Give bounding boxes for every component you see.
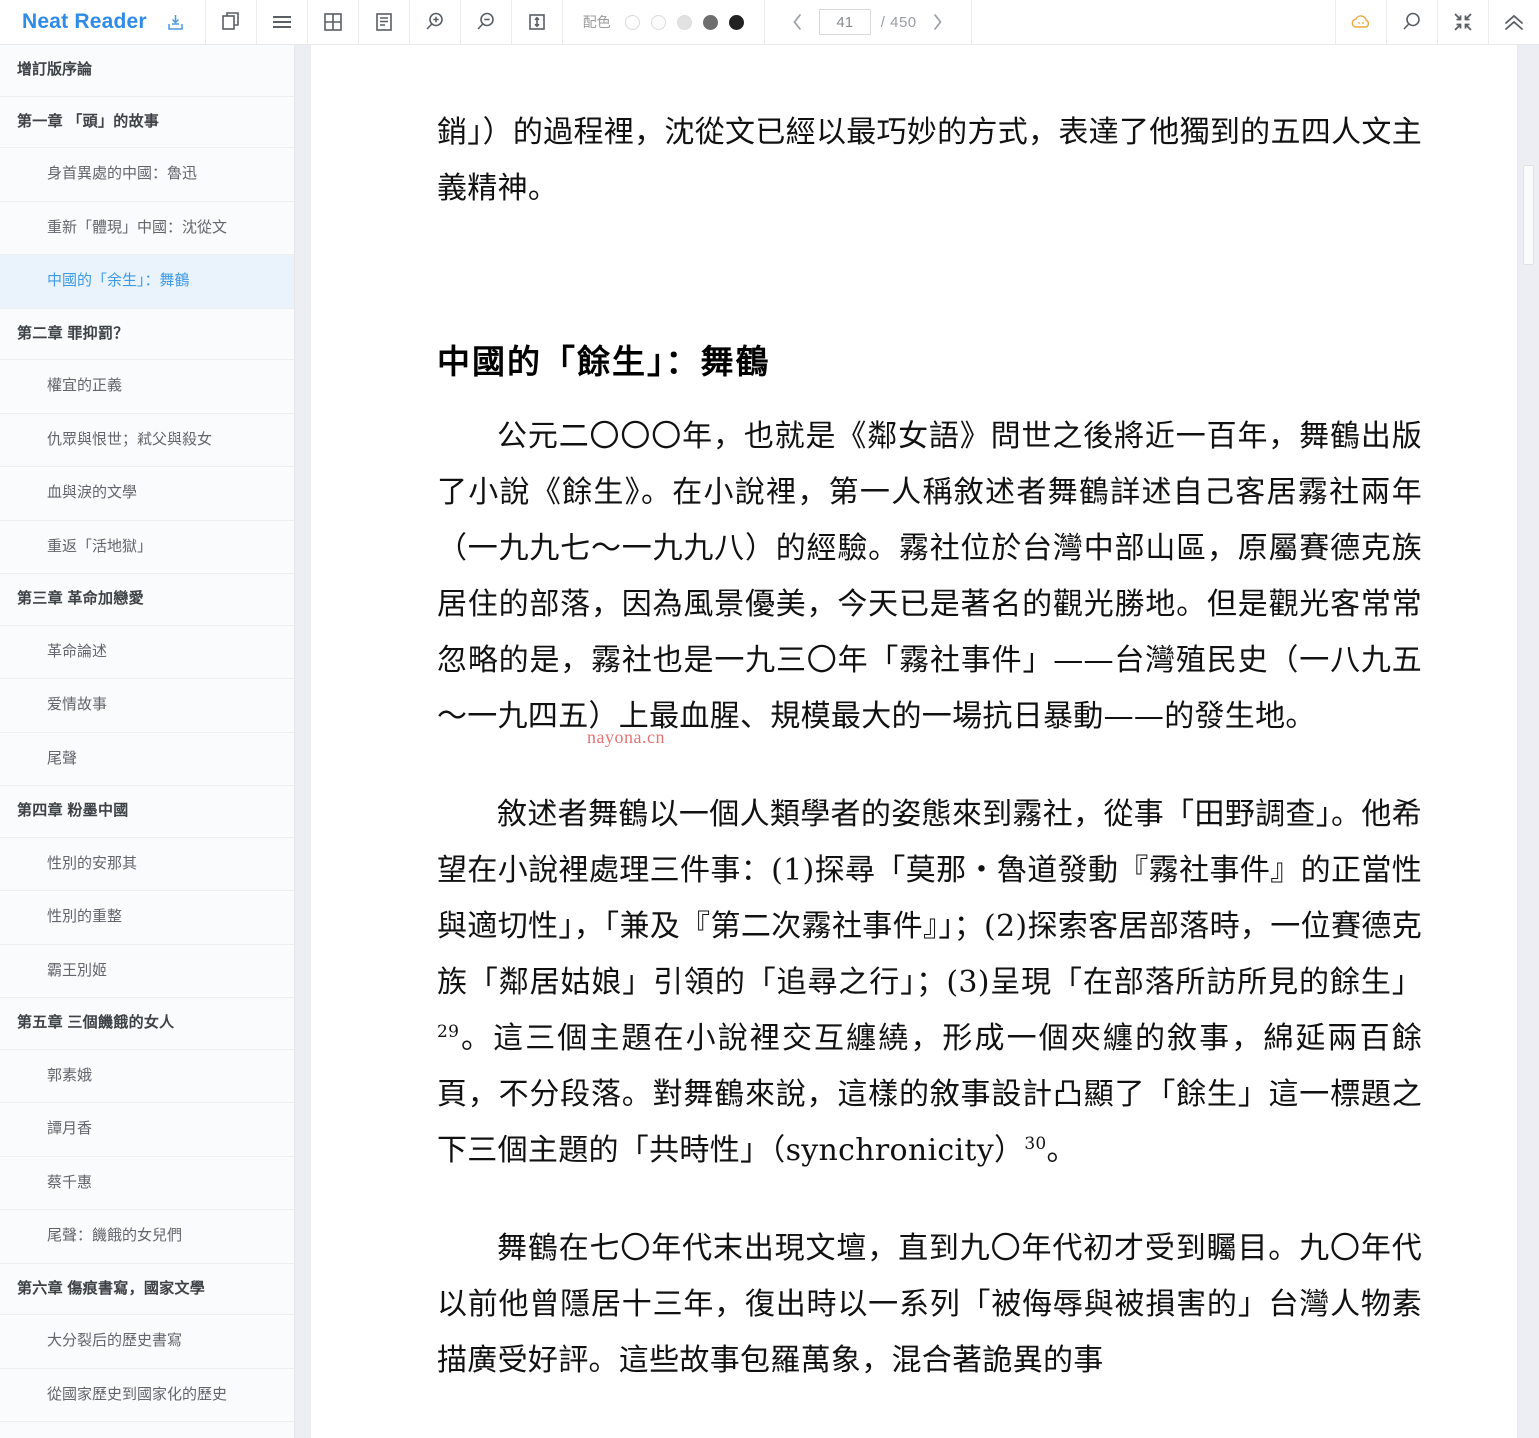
toc-list: 增訂版序論第一章 「頭」的故事身首異處的中國：魯迅重新「體現」中國：沈從文 中國的… xyxy=(0,45,295,1438)
fit-height-icon[interactable] xyxy=(512,0,562,44)
sidebar-item-19[interactable]: 郭素娥 xyxy=(0,1050,295,1103)
sidebar-item-label: 第四章 粉墨中國 xyxy=(17,802,129,819)
footnote-ref-29[interactable]: 29 xyxy=(437,1022,459,1042)
export-book-icon[interactable] xyxy=(161,0,191,44)
sidebar-item-label: 大分裂后的歷史書寫 xyxy=(47,1332,183,1349)
color-scheme-group: 配色 xyxy=(563,0,764,44)
sidebar-item-label: 血與淚的文學 xyxy=(47,484,138,501)
sidebar-item-20[interactable]: 譚月香 xyxy=(0,1103,295,1157)
sidebar-item-3[interactable]: 重新「體現」中國：沈從文 xyxy=(0,202,295,255)
zoom-out-icon[interactable] xyxy=(461,0,511,44)
paragraph-1: 公元二〇〇〇年，也就是《鄰女語》問世之後將近一百年，舞鶴出版了小說《餘生》。在小… xyxy=(437,419,1422,734)
paragraph-2-part-b: 。這三個主題在小說裡交互纏繞，形成一個夾纏的敘事，綿延兩百餘頁，不分段落。對舞鶴… xyxy=(437,1021,1422,1168)
two-page-view-icon[interactable] xyxy=(206,0,256,44)
book-page: 銷」）的過程裡，沈從文已經以最巧妙的方式，表達了他獨到的五四人文主義精神。 中國… xyxy=(311,105,1518,1389)
prev-page-button[interactable] xyxy=(787,9,809,35)
page-number-input[interactable] xyxy=(818,9,871,35)
sidebar-scrollbar[interactable] xyxy=(295,45,311,1438)
brand-group: Neat Reader xyxy=(0,0,205,44)
sidebar-item-label: 譚月香 xyxy=(47,1120,93,1137)
sidebar-item-24[interactable]: 大分裂后的歷史書寫 xyxy=(0,1315,295,1369)
sidebar-item-12[interactable]: 爱情故事 xyxy=(0,679,295,733)
scheme-swatch-white[interactable] xyxy=(624,14,640,30)
sidebar-item-0[interactable]: 增訂版序論 xyxy=(0,45,295,97)
scheme-swatch-darkgray[interactable] xyxy=(702,14,718,30)
sidebar-item-26[interactable]: 傷痕文學，傷愈文學 xyxy=(0,1422,295,1438)
chevrons-up-icon[interactable] xyxy=(1489,0,1539,44)
sidebar-item-18[interactable]: 第五章 三個饑餓的女人 xyxy=(0,998,295,1050)
sidebar-item-label: 蔡千惠 xyxy=(47,1173,93,1191)
sidebar-item-10[interactable]: 第三章 革命加戀愛 xyxy=(0,574,295,626)
sidebar-item-label: 第五章 三個饑餓的女人 xyxy=(17,1014,175,1031)
view-tools-group xyxy=(206,0,562,44)
sidebar-item-11[interactable]: 革命論述 xyxy=(0,626,295,679)
page-layout-icon[interactable] xyxy=(359,0,409,44)
sidebar-item-label: 郭素娥 xyxy=(47,1066,93,1084)
sidebar-item-label: 第六章 傷痕書寫，國家文學 xyxy=(17,1279,206,1297)
next-page-button[interactable] xyxy=(927,9,949,35)
sidebar-item-label: 從國家歷史到國家化的歷史 xyxy=(47,1385,228,1403)
scheme-swatch-lightgray[interactable] xyxy=(676,14,692,30)
cloud-sync-icon[interactable] xyxy=(1336,0,1386,44)
sidebar-item-label: 增訂版序論 xyxy=(17,61,93,78)
sidebar-item-label: 尾聲 xyxy=(47,749,78,767)
footnote-ref-30[interactable]: 30 xyxy=(1024,1134,1046,1154)
sidebar-item-label: 重新「體現」中國：沈從文 xyxy=(47,218,228,236)
app-title: Neat Reader xyxy=(22,10,147,33)
zoom-in-icon[interactable] xyxy=(410,0,460,44)
sidebar-item-6[interactable]: 權宜的正義 xyxy=(0,360,295,414)
sidebar-item-label: 仇眾與恨世；弒父與殺女 xyxy=(47,430,213,448)
sidebar-item-2[interactable]: 身首異處的中國：魯迅 xyxy=(0,148,295,202)
page-scrollbar-thumb[interactable] xyxy=(1523,165,1534,265)
sidebar-item-14[interactable]: 第四章 粉墨中國 xyxy=(0,786,295,838)
paragraph-2-part-a: 敘述者舞鶴以一個人類學者的姿態來到霧社，從事「田野調查」。他希望在小說裡處理三件… xyxy=(437,797,1422,1000)
sidebar-item-1[interactable]: 第一章 「頭」的故事 xyxy=(0,97,295,148)
sidebar-item-label: 爱情故事 xyxy=(47,696,108,713)
sidebar-item-25[interactable]: 從國家歷史到國家化的歷史 xyxy=(0,1369,295,1422)
sidebar-item-label: 中國的「余生」：舞鶴 xyxy=(47,272,190,289)
page-scrollbar[interactable] xyxy=(1518,45,1539,1438)
page-total-label: / 450 xyxy=(880,13,917,31)
sidebar-item-label: 性別的安那其 xyxy=(47,854,138,872)
search-icon[interactable] xyxy=(1387,0,1437,44)
grid-view-icon[interactable] xyxy=(308,0,358,44)
table-of-contents-sidebar[interactable]: 增訂版序論第一章 「頭」的故事身首異處的中國：魯迅重新「體現」中國：沈從文 中國的… xyxy=(0,45,295,1438)
reader-page-area: 銷」）的過程裡，沈從文已經以最巧妙的方式，表達了他獨到的五四人文主義精神。 中國… xyxy=(311,45,1518,1438)
sidebar-item-22[interactable]: 尾聲：饑餓的女兒們 xyxy=(0,1210,295,1264)
sidebar-item-9[interactable]: 重返「活地獄」 xyxy=(0,521,295,574)
sidebar-item-label: 第三章 革命加戀愛 xyxy=(17,590,144,607)
sidebar-item-17[interactable]: 霸王別姬 xyxy=(0,945,295,998)
sidebar-item-label: 尾聲：饑餓的女兒們 xyxy=(47,1227,183,1244)
sidebar-item-label: 第一章 「頭」的故事 xyxy=(17,112,160,130)
sidebar-item-21[interactable]: 蔡千惠 xyxy=(0,1157,295,1210)
sidebar-item-15[interactable]: 性別的安那其 xyxy=(0,838,295,891)
sidebar-item-label: 重返「活地獄」 xyxy=(47,537,153,555)
sidebar-item-7[interactable]: 仇眾與恨世；弒父與殺女 xyxy=(0,414,295,467)
sidebar-item-23[interactable]: 第六章 傷痕書寫，國家文學 xyxy=(0,1264,295,1315)
paragraph-2: 敘述者舞鶴以一個人類學者的姿態來到霧社，從事「田野調查」。他希望在小說裡處理三件… xyxy=(437,787,1422,1179)
sidebar-item-5[interactable]: 第二章 罪抑罰？ xyxy=(0,309,295,360)
sidebar-item-label: 權宜的正義 xyxy=(47,377,123,394)
color-scheme-label: 配色 xyxy=(582,14,611,30)
pager-group: / 450 xyxy=(765,0,971,44)
section-heading: 中國的「餘生」：舞鶴 xyxy=(437,342,771,381)
collapse-icon[interactable] xyxy=(1438,0,1488,44)
sidebar-item-8[interactable]: 血與淚的文學 xyxy=(0,467,295,521)
sidebar-item-4[interactable]: 中國的「余生」：舞鶴 xyxy=(0,255,295,309)
sidebar-item-label: 性別的重整 xyxy=(47,908,123,925)
scheme-swatch-offwhite[interactable] xyxy=(650,14,666,30)
single-column-icon[interactable] xyxy=(257,0,307,44)
sidebar-item-label: 革命論述 xyxy=(47,642,108,660)
sidebar-item-16[interactable]: 性別的重整 xyxy=(0,891,295,945)
sidebar-item-label: 霸王別姬 xyxy=(47,961,108,979)
paragraph-2-part-c: 。 xyxy=(1046,1133,1077,1168)
paragraph-3: 舞鶴在七〇年代末出現文壇，直到九〇年代初才受到矚目。九〇年代以前他曾隱居十三年，… xyxy=(437,1231,1422,1378)
sidebar-item-label: 身首異處的中國：魯迅 xyxy=(47,165,198,182)
top-toolbar: Neat Reader 配色 41 / 450 xyxy=(0,0,1539,45)
sidebar-item-label: 第二章 罪抑罰？ xyxy=(17,324,129,342)
sidebar-item-13[interactable]: 尾聲 xyxy=(0,733,295,786)
continued-paragraph: 銷」）的過程裡，沈從文已經以最巧妙的方式，表達了他獨到的五四人文主義精神。 xyxy=(437,115,1422,206)
scheme-swatch-black[interactable] xyxy=(728,14,744,30)
